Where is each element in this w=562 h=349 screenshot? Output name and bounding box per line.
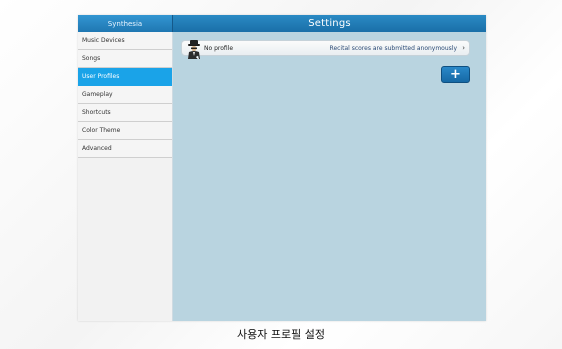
caption: 사용자 프로필 설정 — [237, 328, 325, 341]
title-bar: Synthesia Settings — [78, 15, 486, 32]
chevron-right-icon: › — [462, 43, 465, 52]
profile-name: No profile — [204, 44, 234, 52]
app-window: Synthesia Settings Music Devices Songs U… — [78, 15, 486, 321]
profiles-panel: No profile Recital scores are submitted … — [173, 32, 486, 321]
mystery-person-icon — [186, 39, 202, 61]
page-title: Settings — [308, 18, 351, 29]
sidebar-item-gameplay[interactable]: Gameplay — [78, 86, 172, 104]
settings-sidebar: Music Devices Songs User Profiles Gamepl… — [78, 32, 173, 321]
app-name-tab[interactable]: Synthesia — [78, 15, 173, 32]
profile-row[interactable]: No profile Recital scores are submitted … — [181, 40, 470, 61]
plus-icon: + — [450, 67, 461, 82]
sidebar-item-advanced[interactable]: Advanced — [78, 140, 172, 158]
sidebar-item-shortcuts[interactable]: Shortcuts — [78, 104, 172, 122]
sidebar-item-user-profiles[interactable]: User Profiles — [78, 68, 172, 86]
sidebar-item-songs[interactable]: Songs — [78, 50, 172, 68]
sidebar-item-color-theme[interactable]: Color Theme — [78, 122, 172, 140]
sidebar-item-music-devices[interactable]: Music Devices — [78, 32, 172, 50]
profile-status-text: Recital scores are submitted anonymously — [329, 44, 457, 52]
add-profile-button[interactable]: + — [441, 66, 470, 83]
